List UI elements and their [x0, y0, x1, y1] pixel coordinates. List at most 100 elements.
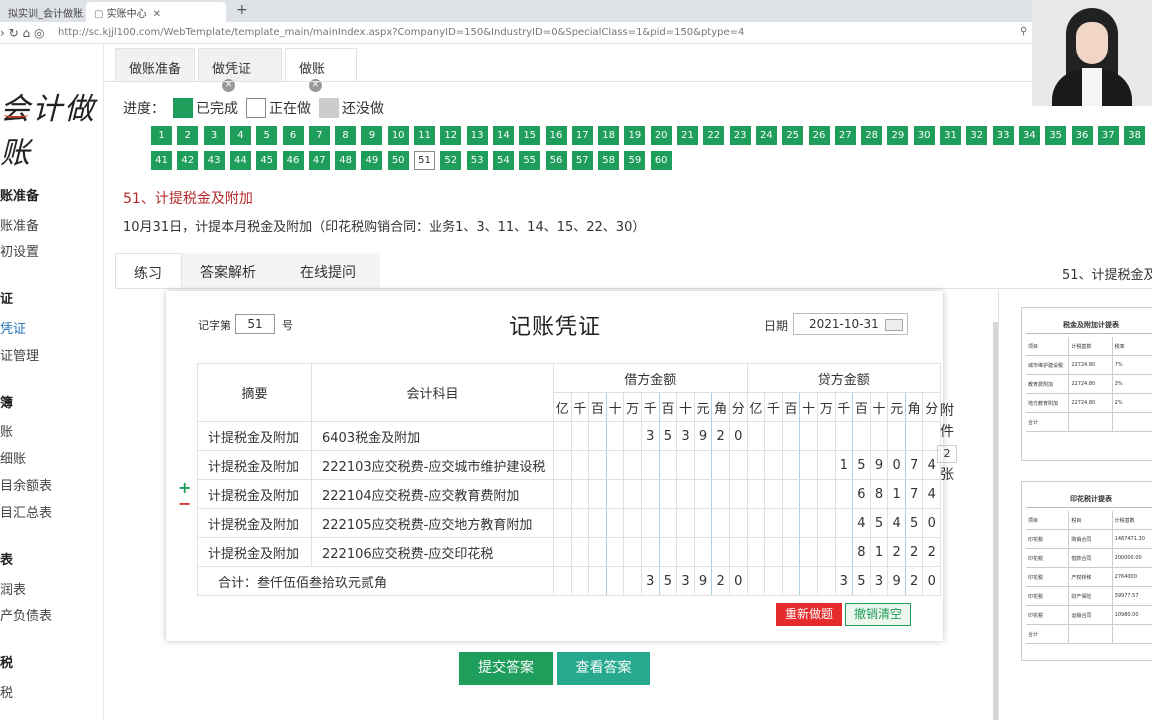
- date-input[interactable]: 2021-10-31: [793, 313, 908, 335]
- progress-cell[interactable]: 2: [177, 126, 199, 145]
- tab-answer-analysis[interactable]: 答案解析: [182, 253, 282, 288]
- amount-digit[interactable]: [570, 479, 590, 509]
- amount-digit[interactable]: [676, 450, 695, 480]
- amount-digit[interactable]: 7: [904, 479, 924, 509]
- amount-digit[interactable]: [658, 537, 678, 567]
- tab-bookkeeping[interactable]: 做账✕: [285, 48, 357, 92]
- amount-digit[interactable]: 9: [869, 450, 889, 480]
- amount-digit[interactable]: [816, 479, 836, 509]
- progress-cell[interactable]: 37: [1097, 126, 1119, 145]
- amount-digit[interactable]: 2: [922, 537, 942, 567]
- amount-digit[interactable]: 0: [728, 566, 748, 596]
- sidebar-item[interactable]: 账: [0, 421, 13, 440]
- amount-digit[interactable]: [553, 479, 572, 509]
- amount-digit[interactable]: 2: [711, 566, 730, 596]
- account-cell[interactable]: 222103应交税费-应交城市维护建设税: [311, 450, 554, 480]
- amount-digit[interactable]: [605, 421, 625, 451]
- amount-digit[interactable]: [570, 450, 590, 480]
- amount-digit[interactable]: [570, 566, 590, 596]
- progress-cell[interactable]: 25: [782, 126, 804, 145]
- amount-digit[interactable]: [711, 508, 730, 538]
- preview-image-tax[interactable]: 税金及附加计提表 项目 计税基数 税率 城市维护建设税 22724.80 7% 教育费附…: [1021, 307, 1152, 461]
- amount-digit[interactable]: [588, 421, 607, 451]
- sidebar-item[interactable]: 细账: [0, 448, 26, 467]
- amount-digit[interactable]: [553, 421, 572, 451]
- scrollbar[interactable]: [993, 322, 998, 720]
- amount-digit[interactable]: 1: [869, 537, 889, 567]
- progress-cell[interactable]: 46: [282, 151, 304, 170]
- amount-digit[interactable]: 3: [640, 421, 660, 451]
- progress-cell[interactable]: 13: [466, 126, 488, 145]
- progress-cell[interactable]: 15: [519, 126, 541, 145]
- amount-digit[interactable]: 4: [852, 508, 871, 538]
- amount-digit[interactable]: [553, 537, 572, 567]
- attachment-count-input[interactable]: 2: [937, 445, 957, 463]
- progress-cell[interactable]: 29: [887, 126, 909, 145]
- progress-cell[interactable]: 14: [492, 126, 514, 145]
- amount-digit[interactable]: [799, 479, 818, 509]
- progress-cell[interactable]: 45: [256, 151, 278, 170]
- calendar-icon[interactable]: [885, 319, 903, 331]
- forward-icon[interactable]: ›: [0, 26, 5, 40]
- progress-cell[interactable]: 44: [229, 151, 251, 170]
- amount-digit[interactable]: 3: [676, 566, 695, 596]
- progress-cell[interactable]: 30: [913, 126, 935, 145]
- view-answer-button[interactable]: 查看答案: [557, 652, 650, 685]
- preview-image-stamp-tax[interactable]: 印花税计提表 项目 税目 计税基数 印花税 购销合同 1487471.30 印花税 借款合…: [1021, 481, 1152, 661]
- amount-digit[interactable]: [764, 537, 783, 567]
- amount-digit[interactable]: [553, 566, 572, 596]
- amount-digit[interactable]: [640, 508, 660, 538]
- progress-cell[interactable]: 1: [151, 126, 172, 145]
- amount-digit[interactable]: [887, 421, 906, 451]
- progress-cell[interactable]: 21: [677, 126, 698, 145]
- amount-digit[interactable]: [693, 450, 713, 480]
- progress-cell[interactable]: 9: [361, 126, 383, 145]
- amount-digit[interactable]: 2: [904, 537, 924, 567]
- amount-digit[interactable]: 5: [852, 566, 871, 596]
- amount-digit[interactable]: [640, 479, 660, 509]
- sidebar-item-active[interactable]: 凭证: [0, 318, 26, 337]
- amount-digit[interactable]: 2: [887, 537, 906, 567]
- amount-digit[interactable]: [799, 566, 818, 596]
- progress-cell[interactable]: 16: [545, 126, 567, 145]
- progress-cell[interactable]: 18: [598, 126, 620, 145]
- amount-digit[interactable]: [781, 450, 801, 480]
- progress-cell[interactable]: 5: [256, 126, 278, 145]
- progress-cell[interactable]: 10: [387, 126, 409, 145]
- amount-digit[interactable]: [658, 479, 678, 509]
- progress-cell[interactable]: 52: [440, 151, 462, 170]
- close-icon[interactable]: ✕: [153, 9, 161, 20]
- amount-digit[interactable]: 5: [904, 508, 924, 538]
- account-cell[interactable]: 222106应交税费-应交印花税: [311, 537, 554, 567]
- amount-digit[interactable]: [781, 508, 801, 538]
- progress-cell[interactable]: 26: [808, 126, 830, 145]
- progress-cell[interactable]: 31: [940, 126, 961, 145]
- amount-digit[interactable]: [746, 508, 766, 538]
- sidebar-group-title[interactable]: 税: [0, 652, 13, 671]
- progress-cell[interactable]: 53: [466, 151, 488, 170]
- amount-digit[interactable]: [799, 537, 818, 567]
- amount-digit[interactable]: [852, 421, 871, 451]
- amount-digit[interactable]: [781, 566, 801, 596]
- amount-digit[interactable]: [816, 537, 836, 567]
- amount-digit[interactable]: [570, 508, 590, 538]
- amount-digit[interactable]: [605, 508, 625, 538]
- sidebar-item[interactable]: 产负债表: [0, 605, 52, 624]
- progress-cell-current[interactable]: 51: [414, 151, 435, 170]
- amount-digit[interactable]: [816, 421, 836, 451]
- amount-digit[interactable]: [658, 450, 678, 480]
- account-cell[interactable]: 6403税金及附加: [311, 421, 554, 451]
- amount-digit[interactable]: 7: [904, 450, 924, 480]
- account-cell[interactable]: 222104应交税费-应交教育费附加: [311, 479, 554, 509]
- amount-digit[interactable]: [728, 450, 748, 480]
- amount-digit[interactable]: [746, 566, 766, 596]
- amount-digit[interactable]: 1: [887, 479, 906, 509]
- progress-cell[interactable]: 7: [308, 126, 330, 145]
- amount-digit[interactable]: [676, 479, 695, 509]
- account-cell[interactable]: 222105应交税费-应交地方教育附加: [311, 508, 554, 538]
- progress-cell[interactable]: 27: [834, 126, 856, 145]
- progress-cell[interactable]: 57: [571, 151, 593, 170]
- amount-digit[interactable]: 2: [711, 421, 730, 451]
- amount-digit[interactable]: [834, 508, 854, 538]
- progress-cell[interactable]: 12: [440, 126, 462, 145]
